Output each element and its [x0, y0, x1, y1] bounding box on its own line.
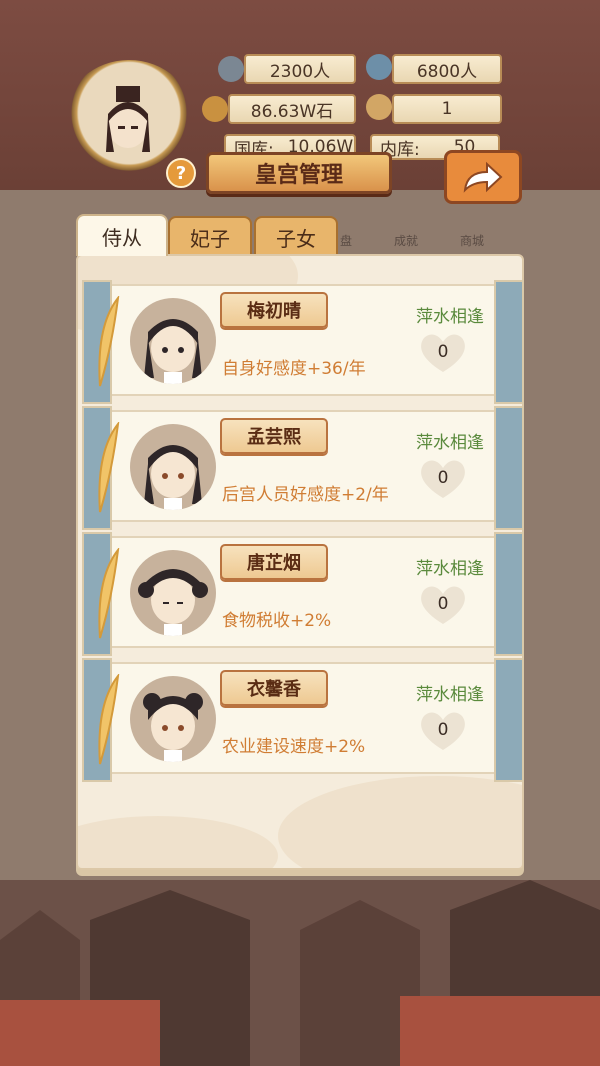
attendant-effect: 后宫人员好感度+2/年: [222, 485, 389, 505]
soldier-count: 2300人: [244, 54, 356, 84]
helmet-icon: [218, 56, 244, 82]
affection-counter: 0: [416, 332, 470, 374]
background-menu-achievements: 成就: [394, 234, 419, 248]
card-right-strip: [494, 532, 524, 656]
attendant-name: 梅初晴: [220, 292, 328, 328]
affection-value: 0: [437, 468, 449, 488]
feather-icon: [98, 296, 120, 387]
emperor-avatar: [106, 86, 150, 152]
tab-consorts[interactable]: 妃子: [168, 216, 252, 256]
attendant-card[interactable]: 孟芸熙 后宫人员好感度+2/年 萍水相逢 0: [82, 406, 524, 530]
background-menu-shop: 商城: [460, 234, 485, 248]
affection-value: 0: [437, 720, 449, 740]
attendant-card[interactable]: 唐芷烟 食物税收+2% 萍水相逢 0: [82, 532, 524, 656]
population-count: 6800人: [392, 54, 502, 84]
share-arrow-icon: [463, 161, 503, 193]
affection-counter: 0: [416, 710, 470, 752]
avatar: [130, 424, 216, 510]
scroll-icon: [366, 94, 392, 120]
card-right-strip: [494, 280, 524, 404]
avatar: [130, 298, 216, 384]
attendant-effect: 自身好感度+36/年: [222, 359, 366, 379]
relationship-status: 萍水相逢: [416, 307, 484, 327]
card-right-strip: [494, 658, 524, 782]
attendant-card[interactable]: 衣馨香 农业建设速度+2% 萍水相逢 0: [82, 658, 524, 782]
affection-counter: 0: [416, 584, 470, 626]
share-button[interactable]: [444, 150, 522, 204]
palace-silhouette: [0, 880, 600, 1066]
tab-children[interactable]: 子女: [254, 216, 338, 256]
attendant-card[interactable]: 梅初晴 自身好感度+36/年 萍水相逢 0: [82, 280, 524, 404]
relationship-status: 萍水相逢: [416, 559, 484, 579]
item-count: 1: [392, 94, 502, 124]
attendant-name: 衣馨香: [220, 670, 328, 706]
relationship-status: 萍水相逢: [416, 685, 484, 705]
feather-icon: [98, 422, 120, 513]
attendant-name: 唐芷烟: [220, 544, 328, 580]
card-right-strip: [494, 406, 524, 530]
feather-icon: [98, 548, 120, 639]
affection-value: 0: [437, 594, 449, 614]
attendant-name: 孟芸熙: [220, 418, 328, 454]
affection-counter: 0: [416, 458, 470, 500]
page-title: 皇宫管理: [206, 152, 392, 194]
grain-icon: [202, 96, 228, 122]
avatar: [130, 676, 216, 762]
relationship-status: 萍水相逢: [416, 433, 484, 453]
help-button[interactable]: ?: [166, 158, 196, 188]
person-icon: [366, 54, 392, 80]
background-menu-item: 盘: [340, 234, 353, 248]
grain-count: 86.63W石: [228, 94, 356, 124]
question-icon: ?: [175, 162, 187, 184]
attendant-effect: 农业建设速度+2%: [222, 737, 366, 757]
avatar: [130, 550, 216, 636]
panel-swirl: [278, 776, 522, 868]
affection-value: 0: [437, 342, 449, 362]
tab-attendants[interactable]: 侍从: [76, 214, 168, 256]
panel-swirl: [78, 816, 278, 868]
feather-icon: [98, 674, 120, 765]
attendant-effect: 食物税收+2%: [222, 611, 332, 631]
